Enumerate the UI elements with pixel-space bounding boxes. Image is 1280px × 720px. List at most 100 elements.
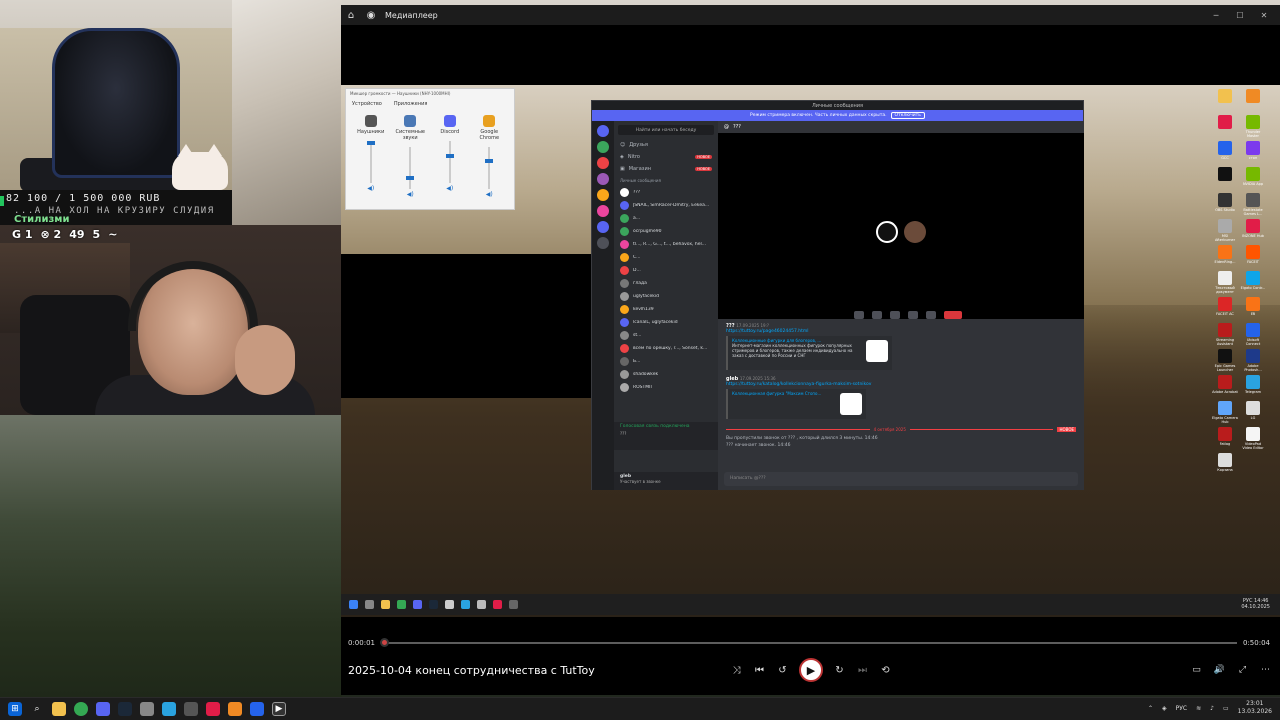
- desktop-icon[interactable]: Telegram: [1240, 375, 1266, 394]
- mixer-tab-apps[interactable]: Приложения: [394, 101, 428, 107]
- miniplayer-icon[interactable]: ▭: [1190, 663, 1203, 676]
- volume-slider[interactable]: [366, 141, 375, 183]
- server-icon[interactable]: [597, 189, 609, 201]
- repeat-icon[interactable]: ⟲: [879, 664, 892, 677]
- desktop-icon[interactable]: VideoPad Video Editor: [1240, 427, 1266, 450]
- desktop-icon[interactable]: NVIDIA App: [1240, 167, 1266, 186]
- desktop-icon[interactable]: Ubisoft Connect: [1240, 323, 1266, 346]
- slider-knob[interactable]: [445, 154, 454, 159]
- desktop-icon[interactable]: OBS Studio: [1212, 193, 1238, 212]
- server-icon[interactable]: [597, 205, 609, 217]
- speaker-icon[interactable]: ◀): [431, 185, 469, 192]
- desktop-icon[interactable]: [1212, 115, 1238, 130]
- dm-item[interactable]: ???: [614, 186, 718, 199]
- slider-knob[interactable]: [406, 175, 415, 180]
- search-icon[interactable]: ⌕: [30, 702, 44, 716]
- volume-slider[interactable]: [445, 141, 454, 183]
- dm-item[interactable]: shadowkek: [614, 368, 718, 381]
- dm-search-button[interactable]: Найти или начать беседу: [618, 125, 714, 135]
- desktop-icon[interactable]: Streaming Assistant: [1212, 323, 1238, 346]
- desktop-icon[interactable]: Fatlag: [1212, 427, 1238, 446]
- server-icon[interactable]: [597, 157, 609, 169]
- nav-friends[interactable]: ☺ Друзья: [614, 139, 718, 151]
- dm-item[interactable]: st...: [614, 329, 718, 342]
- forward-icon[interactable]: ↻: [833, 664, 846, 677]
- next-icon[interactable]: ⏭: [856, 664, 869, 677]
- nav-nitro[interactable]: ◈ Nitro НОВОЕ: [614, 151, 718, 163]
- taskbar-clock[interactable]: 23:01 13.03.2026: [1238, 700, 1272, 716]
- file-explorer-icon[interactable]: [52, 702, 66, 716]
- message-link[interactable]: https://tuttoy.ru/page46024457.html: [726, 329, 1076, 334]
- app-icon[interactable]: [140, 702, 154, 716]
- more-options-icon[interactable]: ⋯: [1259, 663, 1272, 676]
- end-call-button[interactable]: [944, 311, 962, 319]
- desktop-icon[interactable]: Elgato Camera Hub: [1212, 401, 1238, 424]
- desktop-icon[interactable]: Battlestate Games L...: [1240, 193, 1266, 216]
- desktop-icon[interactable]: Корзина: [1212, 453, 1238, 472]
- desktop-icon[interactable]: Еб: [1240, 297, 1266, 316]
- steam-icon[interactable]: [118, 702, 132, 716]
- mixer-tab-device[interactable]: Устройство: [352, 101, 382, 107]
- desktop-icon[interactable]: INZONE Hub: [1240, 219, 1266, 238]
- screen-share-icon[interactable]: [890, 311, 900, 319]
- rewind-icon[interactable]: ↺: [776, 664, 789, 677]
- desktop-icon[interactable]: LG: [1240, 401, 1266, 420]
- server-icon[interactable]: [597, 221, 609, 233]
- camera-icon[interactable]: [872, 311, 882, 319]
- desktop-icon[interactable]: [1212, 167, 1238, 182]
- nav-shop[interactable]: ▣ Магазин НОВОЕ: [614, 163, 718, 175]
- dm-item[interactable]: JSNAIL, SimRacer-Dmitry, Eekea...: [614, 199, 718, 212]
- server-icon[interactable]: [597, 141, 609, 153]
- disable-streamer-mode-button[interactable]: Отключить: [890, 112, 925, 119]
- desktop-icon[interactable]: [1240, 89, 1266, 104]
- shuffle-icon[interactable]: ⤨: [730, 664, 743, 677]
- dm-item[interactable]: tl..., R..., G..., t..., behavox, hel...: [614, 238, 718, 251]
- speaker-icon[interactable]: ◀): [392, 191, 430, 198]
- desktop-icon[interactable]: Epic Games Launcher: [1212, 349, 1238, 372]
- media-player-icon[interactable]: ▶: [272, 702, 286, 716]
- start-icon[interactable]: ⊞: [8, 702, 22, 716]
- desktop-icon[interactable]: FACEIT AC: [1212, 297, 1238, 316]
- network-icon[interactable]: ◈: [1162, 705, 1167, 712]
- telegram-icon[interactable]: [162, 702, 176, 716]
- previous-icon[interactable]: ⏮: [753, 664, 766, 677]
- slider-knob[interactable]: [485, 159, 494, 164]
- chrome-icon[interactable]: [74, 702, 88, 716]
- desktop-icon[interactable]: Elgato Contr...: [1240, 271, 1266, 290]
- desktop-icon[interactable]: Thunder Master: [1240, 115, 1266, 138]
- volume-slider[interactable]: [485, 147, 494, 189]
- dm-item[interactable]: а...: [614, 212, 718, 225]
- dm-item[interactable]: D...: [614, 264, 718, 277]
- desktop-icon[interactable]: Adobe Photosh...: [1240, 349, 1266, 372]
- close-button[interactable]: ✕: [1252, 5, 1276, 25]
- volume-slider[interactable]: [406, 147, 415, 189]
- dm-item[interactable]: lcanalL, uglyfacekid: [614, 316, 718, 329]
- lang-indicator[interactable]: РУС: [1176, 705, 1187, 712]
- app-icon[interactable]: [206, 702, 220, 716]
- desktop-icon[interactable]: Adobe Acrobat: [1212, 375, 1238, 394]
- seek-bar[interactable]: [380, 638, 1237, 647]
- server-icon[interactable]: [597, 173, 609, 185]
- home-icon[interactable]: ⌂: [341, 5, 361, 25]
- battery-icon[interactable]: ▭: [1223, 705, 1229, 712]
- minimize-button[interactable]: ─: [1204, 5, 1228, 25]
- more-icon[interactable]: [926, 311, 936, 319]
- video-frame[interactable]: Микшер громкости — Наушники (NHY-1000MHI…: [341, 85, 1280, 617]
- obs-icon[interactable]: [184, 702, 198, 716]
- add-server-icon[interactable]: [597, 237, 609, 249]
- dm-item[interactable]: глада: [614, 277, 718, 290]
- speaker-icon[interactable]: ♪: [1210, 705, 1214, 712]
- desktop-icon[interactable]: EldenRing...: [1212, 245, 1238, 264]
- dm-item[interactable]: kevlh139: [614, 303, 718, 316]
- fullscreen-icon[interactable]: ⤢: [1236, 663, 1249, 676]
- desktop-icon[interactable]: MSI Afterburner: [1212, 219, 1238, 242]
- speaker-icon[interactable]: ◀): [352, 185, 390, 192]
- wifi-icon[interactable]: ≋: [1196, 705, 1201, 712]
- desktop-icon[interactable]: FACEIT: [1240, 245, 1266, 264]
- discord-icon[interactable]: [96, 702, 110, 716]
- desktop-icon[interactable]: Текстовый документ: [1212, 271, 1238, 294]
- vlc-icon[interactable]: [228, 702, 242, 716]
- desktop-icon[interactable]: [1212, 89, 1238, 104]
- maximize-button[interactable]: ☐: [1228, 5, 1252, 25]
- notepad-icon[interactable]: [250, 702, 264, 716]
